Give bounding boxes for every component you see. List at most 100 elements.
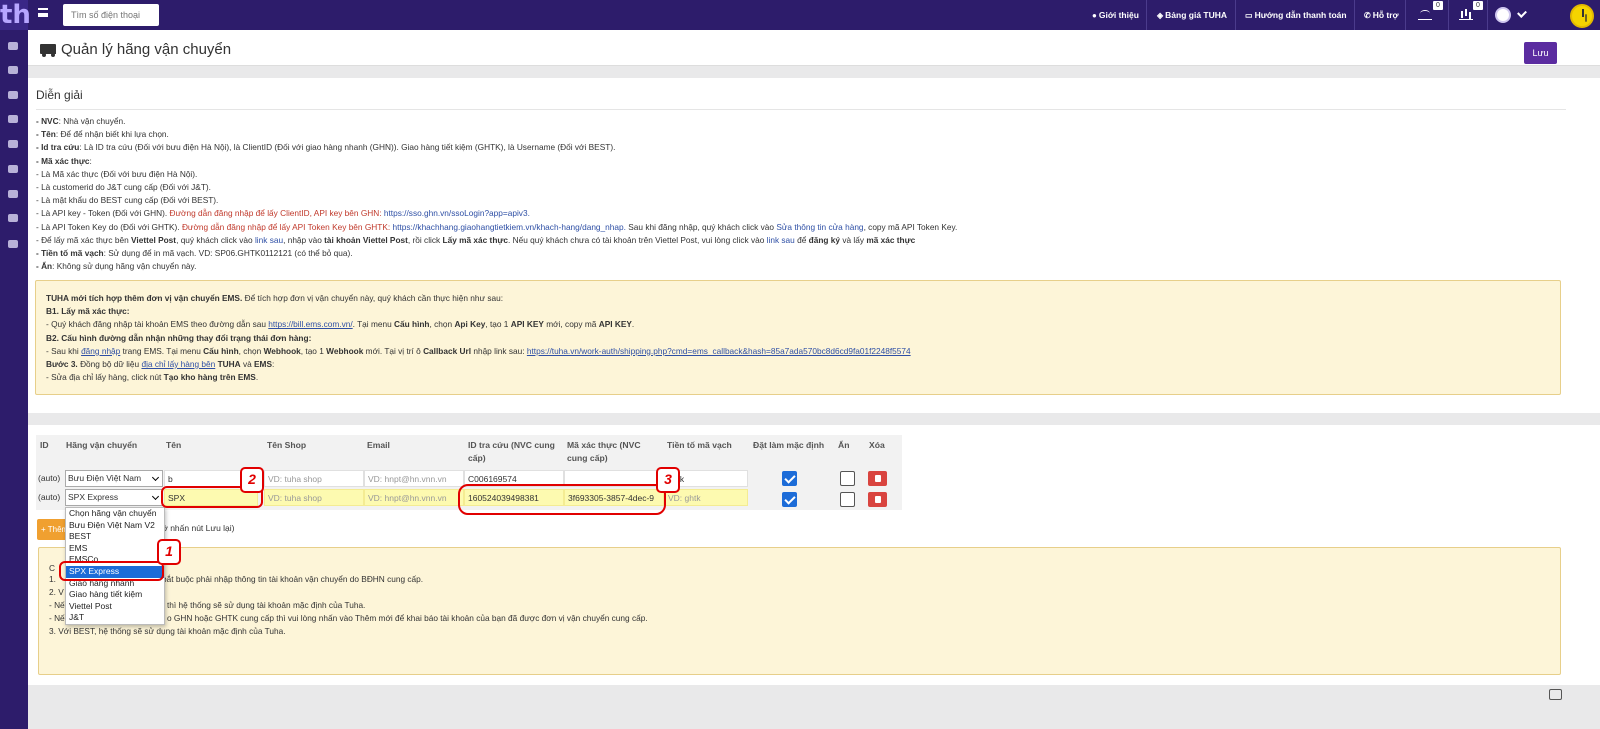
annotation-number-2: 2 (240, 467, 264, 493)
explain-line: - Là customerid do J&T cung cấp (Đối với… (36, 181, 211, 192)
explain-line: - Tên: Để để nhận biết khi lựa chọn. (36, 129, 169, 140)
nav-divider (1146, 0, 1147, 30)
chevron-down-icon[interactable] (1517, 8, 1527, 18)
dropdown-option[interactable]: Bưu Điện Việt Nam V2 (66, 520, 164, 532)
save-button[interactable]: Lưu (1524, 42, 1557, 64)
explanation-panel: Diễn giải - NVC: Nhà vận chuyển. - Tên: … (28, 78, 1600, 458)
cart-icon[interactable] (7, 65, 19, 75)
col-default: Đặt làm mặc định (753, 440, 825, 450)
user-icon[interactable] (7, 213, 19, 223)
user-avatar[interactable] (1495, 7, 1511, 23)
top-navbar: th ●Giới thiệu ◈Bảng giá TUHA ▭Hướng dẫn… (0, 0, 1600, 30)
ems-callback-link[interactable]: https://tuha.vn/work-auth/shipping.php?c… (527, 346, 911, 356)
default-checkbox[interactable] (782, 471, 797, 486)
explain-line: - Là mật khẩu do BEST cung cấp (Đối với … (36, 195, 219, 206)
email-input[interactable]: VD: hnpt@hn.vnn.vn (364, 489, 464, 506)
explain-line: - Là API Token Key do (Đối với GHTK). Đư… (36, 221, 958, 232)
edit-shop-link[interactable]: Sửa thông tin cửa hàng (776, 222, 863, 232)
carrier-select[interactable]: SPX Express (65, 489, 163, 506)
ghn-link[interactable]: https://sso.ghn.vn/ssoLogin?app=apiv3. (384, 208, 530, 218)
chart-icon[interactable] (1418, 8, 1432, 20)
image-icon[interactable] (7, 189, 19, 199)
explain-line: - Để lấy mã xác thực bên Viettel Post, q… (36, 234, 916, 245)
nav-payment-guide[interactable]: ▭ Hướng dẫn thanh toán (1245, 0, 1347, 30)
annotation-box-3 (458, 484, 666, 515)
hidden-checkbox[interactable] (840, 471, 855, 486)
app-logo[interactable]: th (0, 0, 31, 30)
panel-title: Diễn giải (36, 88, 83, 102)
nav-pricing[interactable]: ◈ Bảng giá TUHA (1157, 0, 1227, 30)
explain-line: - Là Mã xác thực (Đối với bưu điện Hà Nộ… (36, 168, 198, 179)
explain-line: - NVC: Nhà vận chuyển. (36, 116, 126, 126)
shop-input[interactable]: VD: tuha shop (264, 489, 364, 506)
grid-icon[interactable] (7, 164, 19, 174)
page-header: Quản lý hãng vận chuyển (28, 30, 1600, 66)
dropdown-option[interactable]: Viettel Post (66, 601, 164, 613)
dropdown-option[interactable]: BEST (66, 531, 164, 543)
page-title: Quản lý hãng vận chuyển (40, 41, 231, 58)
dashboard-icon[interactable] (7, 41, 19, 51)
row-id: (auto) (38, 492, 61, 502)
col-name: Tên (166, 440, 182, 450)
tag-icon: ◈ (1157, 11, 1164, 20)
shop-input[interactable]: VD: tuha shop (264, 470, 364, 487)
divider (36, 109, 1566, 110)
carrier-panel: ID Hãng vận chuyển Tên Tên Shop Email ID… (28, 425, 1600, 685)
hidden-checkbox[interactable] (840, 492, 855, 507)
notification-badge: 0 (1433, 1, 1443, 10)
notification-badge: 0 (1473, 1, 1483, 10)
annotation-number-1: 1 (157, 539, 181, 565)
col-lookup-id: ID tra cứu (NVC cung cấp) (468, 440, 555, 463)
bar-chart-icon[interactable] (1459, 8, 1473, 20)
phone-icon: ✆ (1364, 11, 1371, 20)
dropdown-option[interactable]: Giao hàng tiết kiệm (66, 589, 164, 601)
ems-info-box: TUHA mới tích hợp thêm đơn vị vận chuyển… (35, 280, 1561, 395)
col-hidden: Ẩn (838, 440, 850, 450)
delete-button[interactable] (868, 492, 887, 507)
nav-divider (1235, 0, 1236, 30)
viettel-register-link[interactable]: link sau (767, 235, 795, 245)
annotation-number-3: 3 (656, 467, 680, 493)
col-id: ID (40, 440, 49, 450)
book-icon[interactable] (1549, 689, 1562, 700)
dropdown-option[interactable]: Chọn hãng vận chuyển (66, 508, 164, 520)
col-auth-code: Mã xác thực (NVC cung cấp) (567, 440, 641, 463)
nav-support[interactable]: ✆ Hỗ trợ (1364, 0, 1399, 30)
clock-icon (1570, 4, 1594, 28)
annotation-box-1 (59, 561, 164, 581)
truck-icon (40, 44, 56, 57)
book-icon[interactable] (7, 139, 19, 149)
col-carrier: Hãng vận chuyển (66, 440, 138, 450)
default-checkbox[interactable] (782, 492, 797, 507)
col-delete: Xóa (869, 440, 885, 450)
explain-line: - Ẩn: Không sử dụng hãng vận chuyển này. (36, 261, 197, 272)
ems-login-link[interactable]: đăng nhập (81, 346, 120, 356)
ems-bill-link[interactable]: https://bill.ems.com.vn/ (268, 319, 352, 329)
carrier-select[interactable]: Bưu Điện Việt Nam (65, 470, 163, 487)
exchange-icon[interactable] (7, 90, 19, 100)
explanation-list: - NVC: Nhà vận chuyển. - Tên: Để để nhận… (36, 115, 1576, 273)
menu-toggle-icon[interactable] (38, 8, 48, 17)
dropdown-option[interactable]: J&T (66, 612, 164, 624)
nav-intro[interactable]: ● Giới thiệu (1092, 0, 1139, 30)
home-icon[interactable] (7, 239, 19, 249)
col-shop: Tên Shop (267, 440, 307, 450)
explain-line: - Mã xác thực: (36, 155, 92, 166)
users-icon[interactable] (7, 114, 19, 124)
delete-button[interactable] (868, 471, 887, 486)
col-prefix: Tiền tố mã vạch (667, 440, 732, 450)
pickup-address-link[interactable]: địa chỉ lấy hàng bên (141, 359, 215, 369)
email-input[interactable]: VD: hnpt@hn.vnn.vn (364, 470, 464, 487)
phone-search-input[interactable] (63, 4, 159, 26)
footer (28, 685, 1600, 729)
nav-divider (1487, 0, 1488, 30)
sidebar (0, 30, 28, 729)
dropdown-option[interactable]: EMS (66, 543, 164, 555)
ghtk-link[interactable]: https://khachhang.giaohangtietkiem.vn/kh… (393, 222, 626, 232)
explain-line: - Id tra cứu: Là ID tra cứu (Đối với bưu… (36, 142, 616, 153)
col-email: Email (367, 440, 390, 450)
nav-divider (1448, 0, 1449, 30)
nav-divider (1405, 0, 1406, 30)
viettel-link[interactable]: link sau (255, 235, 283, 245)
explain-line: - Tiền tố mã vạch: Sử dụng để in mã vạch… (36, 247, 353, 258)
